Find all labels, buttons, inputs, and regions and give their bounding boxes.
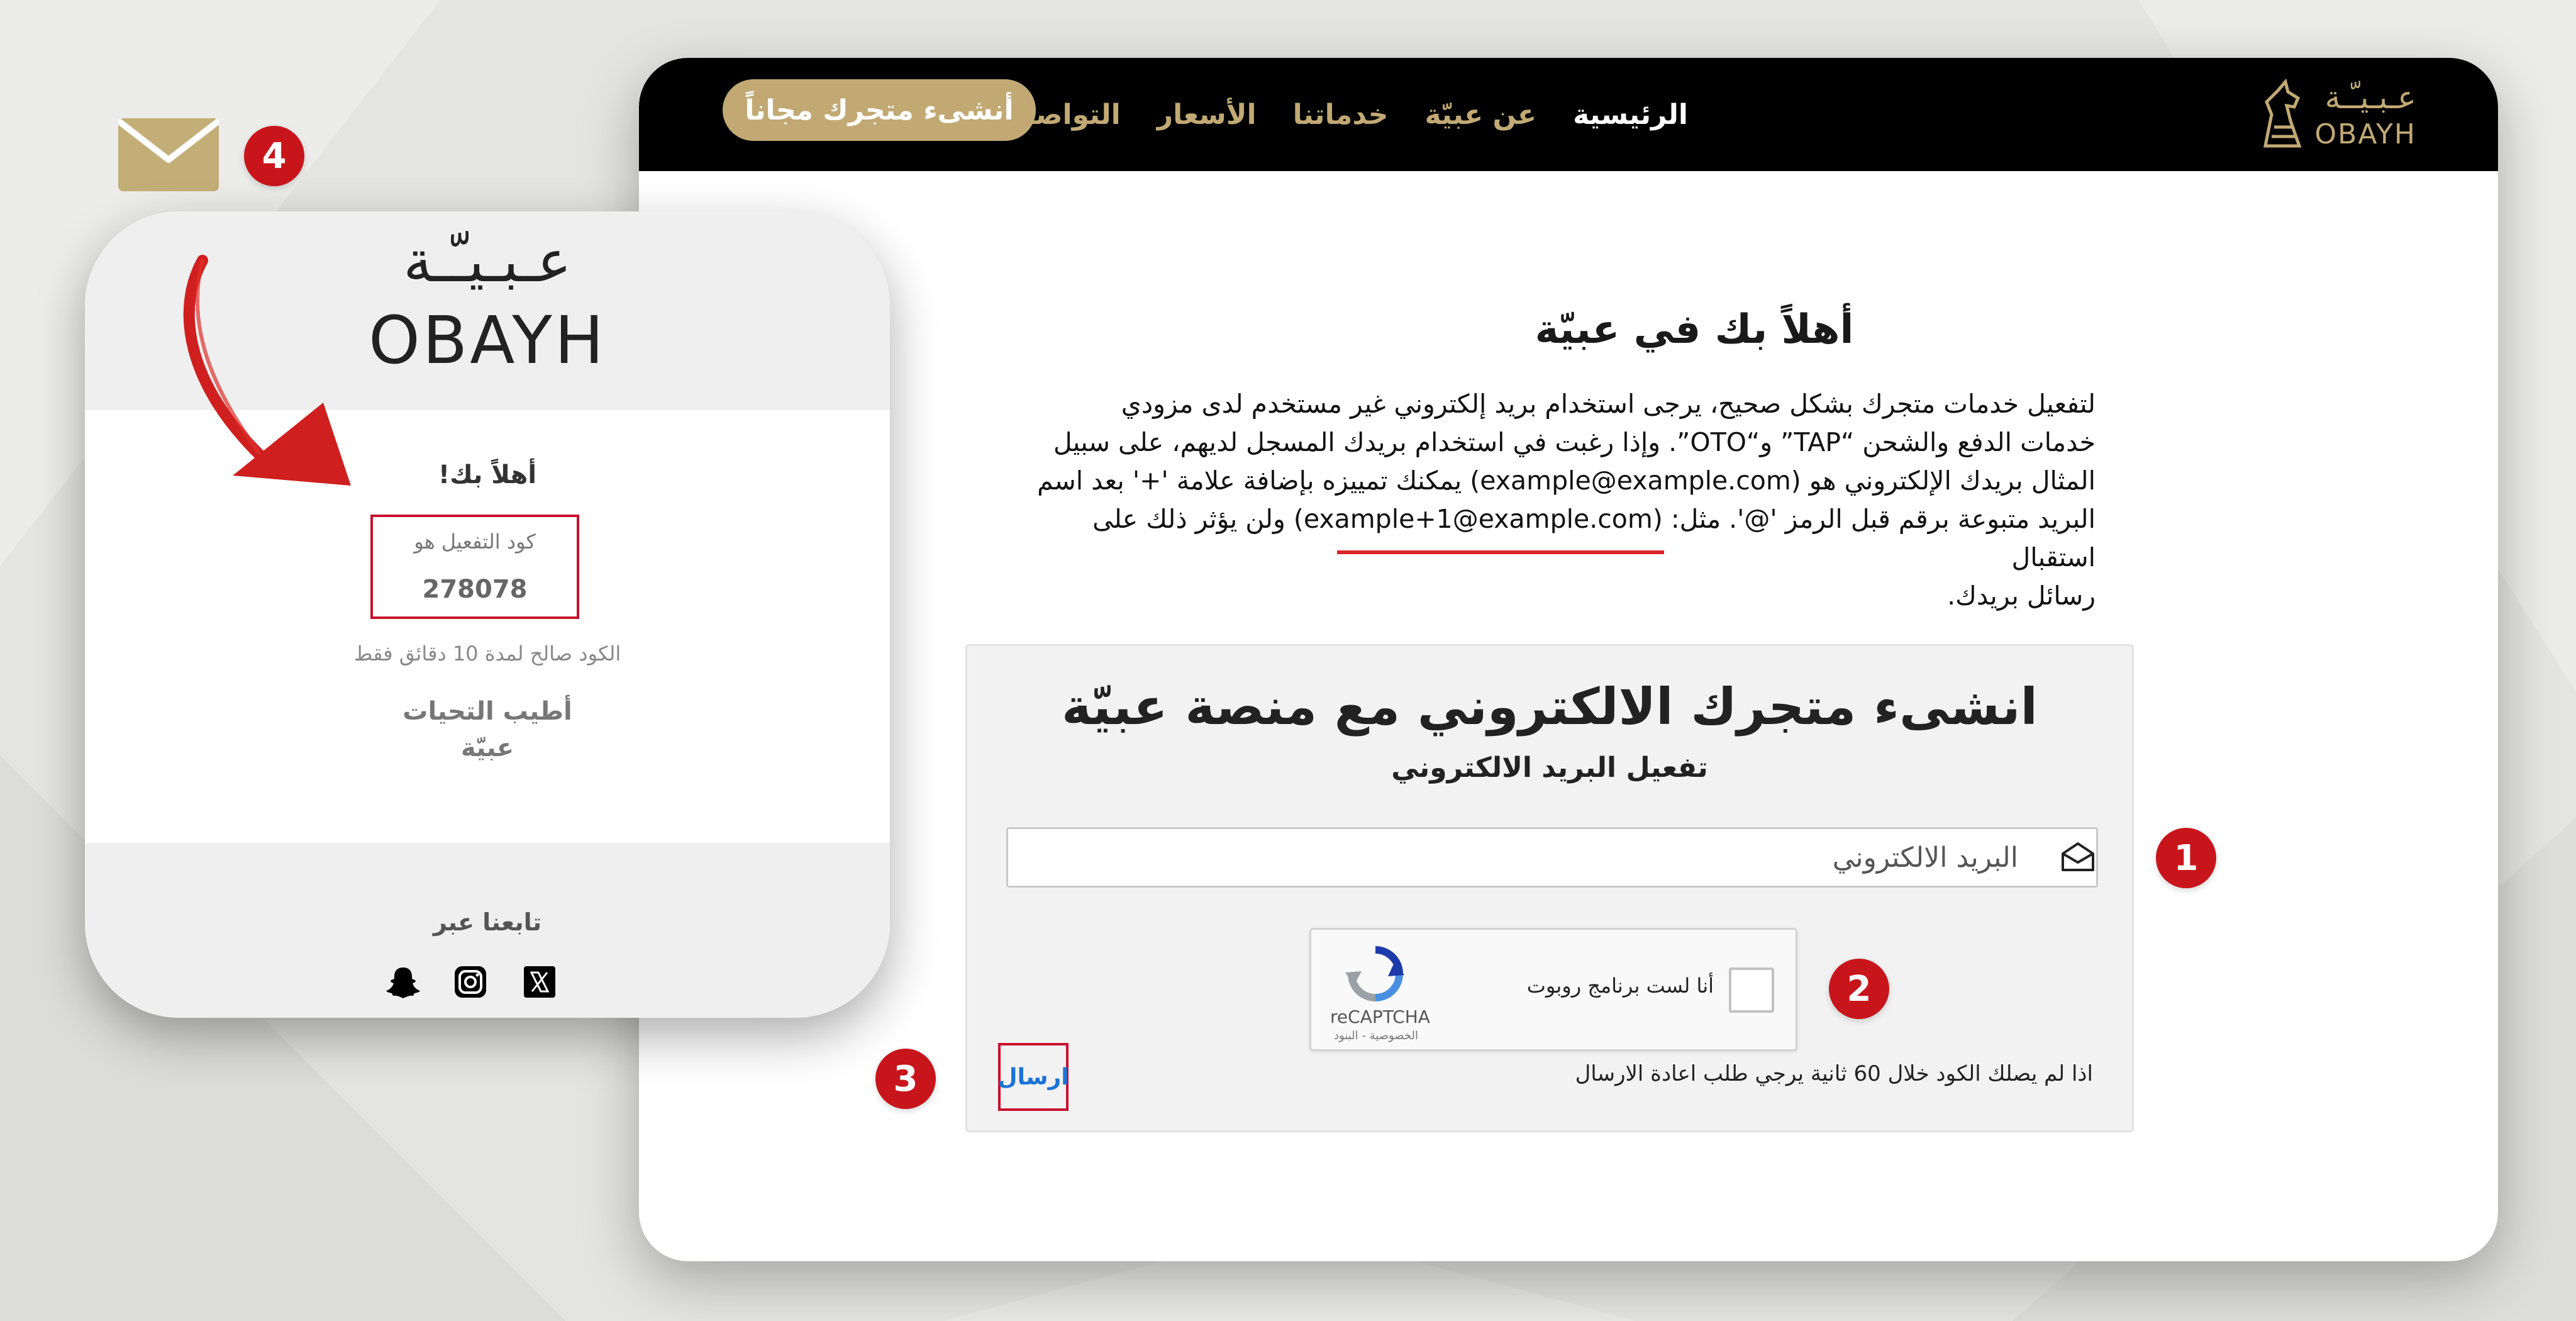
email-regards: أطيب التحيات [402, 697, 572, 726]
signup-form: انشىء متجرك الالكتروني مع منصة عبيّة تفع… [965, 644, 2134, 1132]
x-icon[interactable] [521, 964, 558, 1000]
marker-4: 4 [244, 126, 304, 186]
marker-1: 1 [2156, 828, 2216, 888]
nav-link-pricing[interactable]: الأسعار [1157, 99, 1257, 131]
activation-code-label: كود التفعيل هو [414, 530, 536, 554]
email-signature: عبيّة [460, 733, 514, 762]
form-subtitle: تفعيل البريد الالكتروني [1391, 752, 1708, 784]
intro-line: خدمات الدفع والشحن “TAP” و“OTO”. وإذا رغ… [1053, 427, 2096, 457]
nav-link-services[interactable]: خدماتنا [1293, 99, 1389, 131]
logo-arabic-text: عـبـيـّـة [2324, 79, 2416, 116]
nav-links: الرئيسية عن عبيّة خدماتنا الأسعار التواص… [947, 58, 1688, 171]
top-navbar: عـبـيـّـة OBAYH الرئيسية عن عبيّة خدماتن… [639, 58, 2498, 171]
intro-line: البريد متبوعة برقم قبل الرمز '@'. مثل: (… [1092, 504, 2096, 572]
recaptcha-widget: أنا لست برنامج روبوت reCAPTCHA الخصوصية … [1309, 928, 1797, 1051]
marker-3: 3 [875, 1049, 936, 1109]
envelope-open-icon [2062, 842, 2094, 871]
instagram-icon[interactable] [452, 964, 489, 1000]
captcha-privacy-links[interactable]: الخصوصية - البنود [1334, 1029, 1418, 1042]
mail-envelope-icon [118, 118, 219, 191]
resend-note: اذا لم يصلك الكود خلال 60 ثانية يرجي طلب… [1575, 1061, 2093, 1086]
welcome-title: أهلاً بك في عبيّة [1535, 306, 1854, 353]
captcha-brand: reCAPTCHA [1330, 1006, 1430, 1027]
captcha-checkbox[interactable] [1729, 967, 1774, 1013]
nav-link-about[interactable]: عن عبيّة [1424, 99, 1536, 131]
obayh-logo[interactable]: عـبـيـّـة OBAYH [2253, 70, 2416, 159]
follow-us-label: تابعنا عبر [433, 908, 542, 936]
knight-logo-icon [2263, 78, 2302, 148]
send-button[interactable]: ارسال [997, 1043, 1069, 1111]
intro-line: رسائل بريدك. [1947, 581, 2096, 611]
example-email-highlight-underline [1337, 550, 1664, 554]
red-arrow-icon [183, 255, 351, 486]
intro-line: المثال بريدك الإلكتروني هو (example@exam… [1037, 465, 2096, 496]
activation-code-box: كود التفعيل هو 278078 [370, 515, 579, 619]
intro-paragraph: لتفعيل خدمات متجرك بشكل صحيح، يرجى استخد… [1026, 385, 2096, 615]
captcha-label: أنا لست برنامج روبوت [1526, 974, 1714, 998]
form-title: انشىء متجرك الالكتروني مع منصة عبيّة [1062, 677, 2038, 736]
nav-link-home[interactable]: الرئيسية [1573, 99, 1688, 131]
email-field[interactable] [1006, 827, 2098, 888]
intro-line: لتفعيل خدمات متجرك بشكل صحيح، يرجى استخد… [1121, 389, 2096, 419]
code-validity-note: الكود صالح لمدة 10 دقائق فقط [353, 642, 621, 666]
snapchat-icon[interactable] [385, 964, 421, 1000]
recaptcha-logo-icon [1345, 946, 1404, 1001]
marker-2: 2 [1829, 959, 1889, 1019]
activation-code: 278078 [422, 575, 528, 604]
create-store-button[interactable]: أنشىء متجرك مجاناً [723, 79, 1036, 141]
logo-english-text: OBAYH [2314, 118, 2416, 150]
